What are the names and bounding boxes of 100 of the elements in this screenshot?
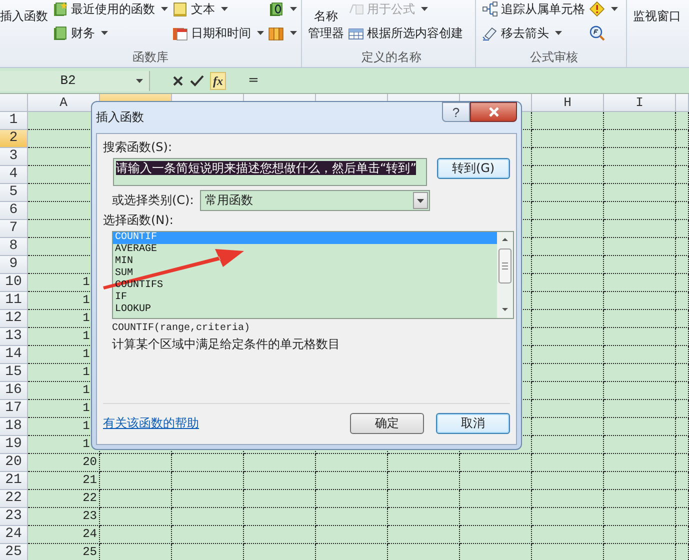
row-header[interactable]: 23 [0, 508, 28, 526]
table-cell [604, 346, 676, 364]
row-header[interactable]: 20 [0, 454, 28, 472]
table-cell [604, 382, 676, 400]
row-header[interactable]: 8 [0, 238, 28, 256]
caret-icon [421, 7, 428, 11]
table-cell [604, 526, 676, 544]
list-item[interactable]: IF [113, 292, 497, 304]
insert-function-button[interactable]: fx [210, 72, 226, 90]
row-header[interactable]: 4 [0, 166, 28, 184]
table-cell [604, 364, 676, 382]
list-item[interactable]: LOOKUP [113, 304, 497, 316]
row-header[interactable]: 12 [0, 310, 28, 328]
search-field[interactable]: 请输入一条简短说明来描述您想做什么，然后单击“转到” [113, 158, 427, 186]
table-cell: 21 [28, 472, 100, 490]
category-dropdown[interactable]: 常用函数 [200, 190, 430, 211]
ribbon-button[interactable]: 追踪从属单元格 [482, 0, 585, 18]
name-box[interactable]: B2 [0, 70, 150, 90]
table-cell [100, 454, 172, 472]
table-cell [676, 364, 689, 382]
column-header[interactable]: I [604, 94, 676, 112]
list-item[interactable]: COUNTIFS [113, 280, 497, 292]
eraser-icon [482, 25, 498, 41]
ribbon-button[interactable]: 移去箭头 [482, 24, 585, 42]
book-icon [268, 1, 284, 17]
row-header[interactable]: 6 [0, 202, 28, 220]
check-icon [190, 74, 204, 86]
caret-icon [136, 78, 143, 82]
ribbon-button[interactable] [268, 0, 297, 18]
column-header[interactable]: A [28, 94, 100, 112]
row-header[interactable]: 17 [0, 400, 28, 418]
ribbon-button[interactable]: 日期和时间 [172, 24, 264, 42]
book-icon [52, 25, 68, 41]
table-cell [676, 400, 689, 418]
list-item[interactable]: MIN [113, 256, 497, 268]
table-cell [676, 220, 689, 238]
table-cell [172, 526, 244, 544]
table-cell [532, 454, 604, 472]
row-header[interactable]: 11 [0, 292, 28, 310]
row-header[interactable]: 25 [0, 544, 28, 560]
row-header[interactable]: 1 [0, 112, 28, 130]
row-header[interactable]: 9 [0, 256, 28, 274]
row-header[interactable]: 19 [0, 436, 28, 454]
formula-field[interactable]: = [236, 70, 689, 90]
caret-icon [555, 31, 562, 35]
dialog-button[interactable]: 取消 [436, 412, 510, 434]
row-header[interactable]: 22 [0, 490, 28, 508]
row-header[interactable]: 18 [0, 418, 28, 436]
row-header[interactable]: 21 [0, 472, 28, 490]
row-header[interactable]: 2 [0, 130, 28, 148]
field-label: 搜索函数(S): [103, 139, 174, 156]
row-header[interactable]: 14 [0, 346, 28, 364]
table-cell [676, 166, 689, 184]
list-item[interactable]: AVERAGE [113, 244, 497, 256]
row-header[interactable]: 10 [0, 274, 28, 292]
column-header[interactable]: H [532, 94, 604, 112]
table-cell [604, 436, 676, 454]
table-cell: 20 [28, 454, 100, 472]
table-cell [604, 220, 676, 238]
row-header[interactable]: 5 [0, 184, 28, 202]
dialog-title: 插入函数 [96, 109, 144, 126]
help-button[interactable]: ? [442, 102, 470, 122]
dialog-button[interactable]: 确定 [350, 412, 424, 434]
table-cell [532, 490, 604, 508]
table-cell [388, 526, 460, 544]
table-cell [100, 490, 172, 508]
table-cell [532, 508, 604, 526]
ribbon-button[interactable]: 插入函数 [0, 0, 48, 25]
table-cell [532, 472, 604, 490]
row-header[interactable]: 3 [0, 148, 28, 166]
table-cell [604, 166, 676, 184]
table-cell [604, 202, 676, 220]
row-header[interactable]: 16 [0, 382, 28, 400]
help-link[interactable]: 有关该函数的帮助 [103, 414, 199, 432]
row-header[interactable]: 13 [0, 328, 28, 346]
table-cell [316, 490, 388, 508]
table-cell [676, 508, 689, 526]
row-header[interactable]: 24 [0, 526, 28, 544]
close-button[interactable] [470, 102, 517, 122]
table-cell [676, 526, 689, 544]
table-cell [388, 454, 460, 472]
table-cell [604, 112, 676, 130]
go-button[interactable]: 转到(G) [436, 158, 510, 179]
ribbon-button[interactable] [589, 0, 618, 18]
table-cell [604, 256, 676, 274]
ribbon-button[interactable]: 名称 管理器 [308, 0, 344, 42]
row-header[interactable]: 15 [0, 364, 28, 382]
table-cell [604, 310, 676, 328]
table-cell [172, 508, 244, 526]
table-cell [388, 508, 460, 526]
ribbon-button[interactable]: 财务 [52, 24, 168, 42]
ribbon-button[interactable]: 根据所选内容创建 [348, 24, 463, 42]
caret-icon [161, 7, 168, 11]
row-header[interactable]: 7 [0, 220, 28, 238]
ribbon-button[interactable]: 监视窗口 [633, 0, 681, 25]
ribbon-button[interactable]: 文本 [172, 0, 264, 18]
ribbon-button[interactable]: 最近使用的函数 [52, 0, 168, 18]
list-item[interactable]: SUM [113, 268, 497, 280]
table-cell [676, 346, 689, 364]
table-cell [532, 436, 604, 454]
